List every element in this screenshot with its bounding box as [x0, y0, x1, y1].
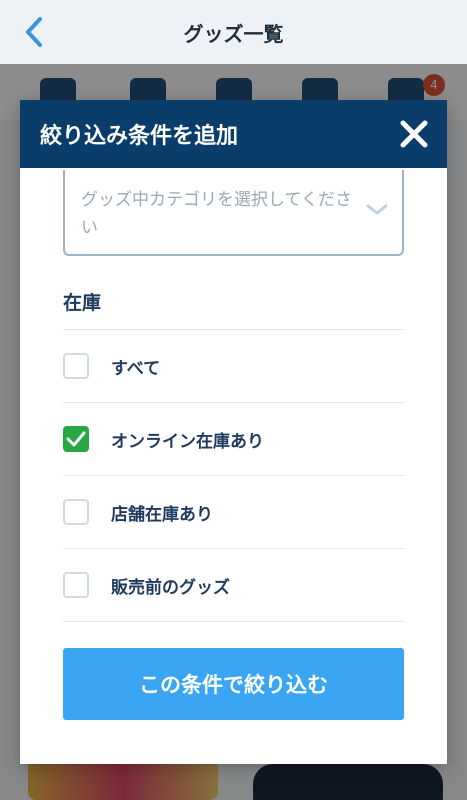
- checkmark-icon: [66, 431, 86, 447]
- app-header: グッズ一覧: [0, 0, 467, 65]
- filter-modal: 絞り込み条件を追加 グッズ中カテゴリを選択してください 在庫 すべて オンライン…: [20, 100, 447, 764]
- chevron-down-icon: [366, 204, 388, 215]
- stock-section-title: 在庫: [63, 288, 404, 330]
- stock-option-online[interactable]: オンライン在庫あり: [63, 403, 404, 476]
- checkbox[interactable]: [63, 572, 89, 598]
- stock-option-presale[interactable]: 販売前のグッズ: [63, 549, 404, 622]
- chevron-left-icon: [26, 17, 42, 47]
- back-button[interactable]: [18, 14, 50, 50]
- option-label: すべて: [111, 358, 161, 379]
- option-label: オンライン在庫あり: [111, 431, 264, 452]
- modal-header: 絞り込み条件を追加: [20, 100, 447, 168]
- modal-title: 絞り込み条件を追加: [40, 124, 239, 149]
- checkbox[interactable]: [63, 353, 89, 379]
- checkbox[interactable]: [63, 499, 89, 525]
- option-label: 販売前のグッズ: [111, 577, 230, 598]
- stock-option-store[interactable]: 店舗在庫あり: [63, 476, 404, 549]
- modal-body: グッズ中カテゴリを選択してください 在庫 すべて オンライン在庫あり 店舗在庫あ…: [20, 170, 447, 622]
- close-button[interactable]: [399, 119, 429, 149]
- close-icon: [400, 120, 428, 148]
- option-label: 店舗在庫あり: [111, 504, 213, 525]
- category-select-placeholder: グッズ中カテゴリを選択してください: [81, 190, 352, 238]
- checkbox[interactable]: [63, 426, 89, 452]
- page-title: グッズ一覧: [183, 21, 284, 46]
- stock-option-all[interactable]: すべて: [63, 330, 404, 403]
- category-select[interactable]: グッズ中カテゴリを選択してください: [63, 170, 404, 256]
- apply-filter-button[interactable]: この条件で絞り込む: [63, 648, 404, 720]
